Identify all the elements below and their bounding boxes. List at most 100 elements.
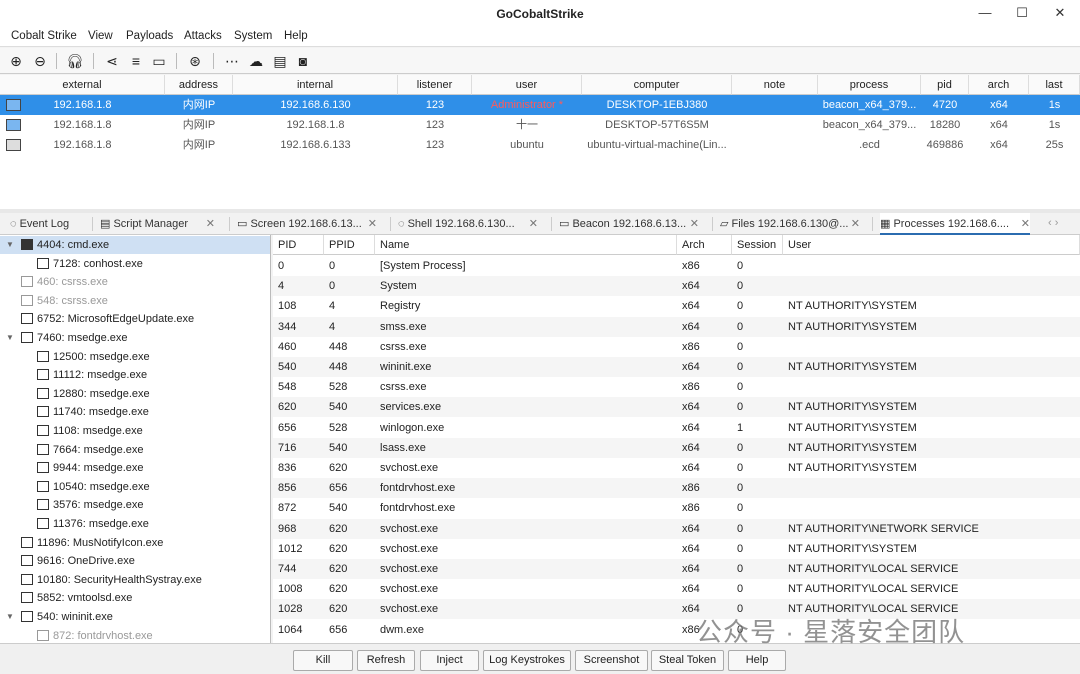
share-icon[interactable]: ⋖ bbox=[103, 52, 121, 70]
expand-toggle[interactable]: ▼ bbox=[6, 236, 14, 254]
window-icon bbox=[37, 462, 49, 474]
close-icon[interactable]: ✕ bbox=[1021, 213, 1030, 235]
proc-cell-arch: x64 bbox=[682, 522, 700, 535]
menu-attacks[interactable]: Attacks bbox=[184, 30, 222, 42]
cloud-download-icon[interactable]: ☁ bbox=[247, 52, 265, 70]
beacon-row[interactable]: 192.168.1.8 内网IP 192.168.6.133 123 ubuntu ubu… bbox=[0, 135, 1080, 155]
headphones-icon[interactable]: 🎧︎ bbox=[66, 52, 84, 70]
proc-cell-name: winlogon.exe bbox=[380, 421, 445, 434]
proc-cell-ppid: 4 bbox=[329, 300, 336, 313]
table-row[interactable]: 716 540 lsass.exe x64 0 NT AUTHORITY\SYSTEM bbox=[273, 437, 1080, 458]
table-row[interactable]: 540 448 wininit.exe x64 0 NT AUTHORITY\SYSTEM bbox=[273, 357, 1080, 377]
menu-view[interactable]: View bbox=[88, 30, 113, 42]
table-row[interactable]: 872 540 fontdrvhost.exe x86 0 bbox=[273, 498, 1080, 518]
tab-shell[interactable]: ◌ Shell 192.168.6.130... ✕ bbox=[398, 213, 538, 235]
beacon-col-last[interactable]: last bbox=[1029, 75, 1080, 95]
tab-script[interactable]: ▤ Script Manager ✕ bbox=[100, 213, 215, 235]
tab-screen[interactable]: ▭ Screen 192.168.6.13... ✕ bbox=[237, 213, 377, 235]
table-row[interactable]: 1012 620 svchost.exe x64 0 NT AUTHORITY\SYSTE… bbox=[273, 539, 1080, 559]
table-row[interactable]: 620 540 services.exe x64 0 NT AUTHORITY\SYSTE… bbox=[273, 397, 1080, 418]
beacon-col-note[interactable]: note bbox=[732, 75, 818, 95]
close-button[interactable]: ✕ bbox=[1050, 3, 1070, 23]
kill-button[interactable]: Kill bbox=[293, 650, 353, 671]
menu-help[interactable]: Help bbox=[284, 30, 308, 42]
table-row[interactable]: 108 4 Registry x64 0 NT AUTHORITY\SYSTEM bbox=[273, 296, 1080, 316]
beacon-col-external[interactable]: external bbox=[0, 75, 165, 95]
tab-scroll-icon[interactable]: ‹ › bbox=[1048, 217, 1058, 229]
log-keystrokes-button[interactable]: Log Keystrokes bbox=[483, 650, 571, 671]
tab-processes[interactable]: ▦ Processes 192.168.6.... ✕ bbox=[880, 213, 1030, 235]
close-icon[interactable]: ✕ bbox=[368, 213, 377, 235]
tab-beacon[interactable]: ▭ Beacon 192.168.6.13... ✕ bbox=[559, 213, 699, 235]
beacon-row[interactable]: 192.168.1.8 内网IP 192.168.1.8 123 十一 DESKTOP-5… bbox=[0, 115, 1080, 135]
proc-cell-ppid: 656 bbox=[329, 482, 348, 495]
table-row[interactable]: 656 528 winlogon.exe x64 1 NT AUTHORITY\SYSTE… bbox=[273, 418, 1080, 438]
refresh-button[interactable]: Refresh bbox=[357, 650, 415, 671]
add-icon[interactable]: ⊕ bbox=[7, 52, 25, 70]
beacon-col-address[interactable]: address bbox=[165, 75, 233, 95]
remove-icon[interactable]: ⊖ bbox=[31, 52, 49, 70]
proc-col-ppid[interactable]: PPID bbox=[324, 235, 375, 255]
beacon-col-pid[interactable]: pid bbox=[921, 75, 969, 95]
expand-toggle[interactable]: ▼ bbox=[6, 608, 14, 626]
proc-cell-user bbox=[783, 276, 1080, 296]
beacon-col-computer[interactable]: computer bbox=[582, 75, 732, 95]
help-button[interactable]: Help bbox=[728, 650, 786, 671]
steal-token-button[interactable]: Steal Token bbox=[651, 650, 724, 671]
window-title: GoCobaltStrike bbox=[496, 7, 584, 21]
beacon-col-listener[interactable]: listener bbox=[398, 75, 472, 95]
table-row[interactable]: 344 4 smss.exe x64 0 NT AUTHORITY\SYSTEM bbox=[273, 316, 1080, 337]
proc-cell-session: 0 bbox=[737, 381, 744, 394]
tab-files[interactable]: ▱ Files 192.168.6.130@... ✕ bbox=[720, 213, 860, 235]
dots-icon[interactable]: ⋯ bbox=[223, 52, 241, 70]
screenshot-button[interactable]: Screenshot bbox=[575, 650, 648, 671]
proc-col-name[interactable]: Name bbox=[375, 235, 677, 255]
expand-toggle[interactable]: ▼ bbox=[6, 329, 14, 347]
beacon-col-arch[interactable]: arch bbox=[969, 75, 1029, 95]
table-row[interactable]: 744 620 svchost.exe x64 0 NT AUTHORITY\LOCAL … bbox=[273, 559, 1080, 579]
close-icon[interactable]: ✕ bbox=[206, 213, 215, 235]
proc-col-user[interactable]: User bbox=[783, 235, 1080, 255]
proc-cell-name: wininit.exe bbox=[380, 361, 432, 373]
menu-system[interactable]: System bbox=[234, 30, 272, 42]
beacon-col-process[interactable]: process bbox=[818, 75, 921, 95]
table-row[interactable]: 548 528 csrss.exe x86 0 bbox=[273, 377, 1080, 397]
inject-button[interactable]: Inject bbox=[420, 650, 479, 671]
menu-cobalt-strike[interactable]: Cobalt Strike bbox=[11, 30, 77, 42]
proc-cell-pid: 1064 bbox=[278, 623, 303, 636]
proc-cell-user bbox=[783, 478, 1080, 498]
proc-cell-ppid: 528 bbox=[329, 381, 348, 394]
proc-col-pid[interactable]: PID bbox=[273, 235, 324, 255]
camera-icon[interactable]: ◙ bbox=[294, 52, 312, 70]
proc-col-session[interactable]: Session bbox=[732, 235, 783, 255]
window-icon bbox=[21, 276, 33, 288]
table-row[interactable]: 460 448 csrss.exe x86 0 bbox=[273, 337, 1080, 357]
proc-col-arch[interactable]: Arch bbox=[677, 235, 732, 255]
beacon-cell-note bbox=[732, 115, 818, 135]
close-icon[interactable]: ✕ bbox=[529, 213, 538, 235]
beacon-row[interactable]: 192.168.1.8 内网IP 192.168.6.130 123 Administr… bbox=[0, 95, 1080, 115]
beacon-col-user[interactable]: user bbox=[472, 75, 582, 95]
beacon-cell-computer: DESKTOP-57T6S5M bbox=[605, 119, 709, 131]
minimize-button[interactable]: — bbox=[975, 3, 995, 23]
proc-cell-ppid: 540 bbox=[329, 502, 348, 515]
proc-cell-session: 0 bbox=[737, 300, 744, 313]
beacon-cell-address: 内网IP bbox=[182, 139, 216, 151]
close-icon[interactable]: ✕ bbox=[690, 213, 699, 235]
terminal-icon[interactable]: ▤ bbox=[271, 52, 289, 70]
close-icon[interactable]: ✕ bbox=[851, 213, 860, 235]
table-row[interactable]: 836 620 svchost.exe x64 0 NT AUTHORITY\SYSTEM bbox=[273, 458, 1080, 478]
monitor-icon: ▭ bbox=[237, 218, 251, 230]
maximize-button[interactable]: ☐ bbox=[1012, 3, 1032, 23]
table-row[interactable]: 968 620 svchost.exe x64 0 NT AUTHORITY\NETWOR… bbox=[273, 518, 1080, 539]
tab-event[interactable]: ◌ Event Log bbox=[10, 213, 90, 235]
menu-payloads[interactable]: Payloads bbox=[126, 30, 173, 42]
globe-icon[interactable]: ⊛ bbox=[186, 52, 204, 70]
table-row[interactable]: 856 656 fontdrvhost.exe x86 0 bbox=[273, 478, 1080, 499]
table-row[interactable]: 1008 620 svchost.exe x64 0 NT AUTHORITY\LOCAL… bbox=[273, 579, 1080, 599]
laptop-icon[interactable]: ▭ bbox=[150, 52, 168, 70]
list-icon[interactable]: ≡ bbox=[127, 52, 145, 70]
table-row[interactable]: 4 0 System x64 0 bbox=[273, 276, 1080, 297]
table-row[interactable]: 0 0 [System Process] x86 0 bbox=[273, 256, 1080, 276]
beacon-col-internal[interactable]: internal bbox=[233, 75, 398, 95]
